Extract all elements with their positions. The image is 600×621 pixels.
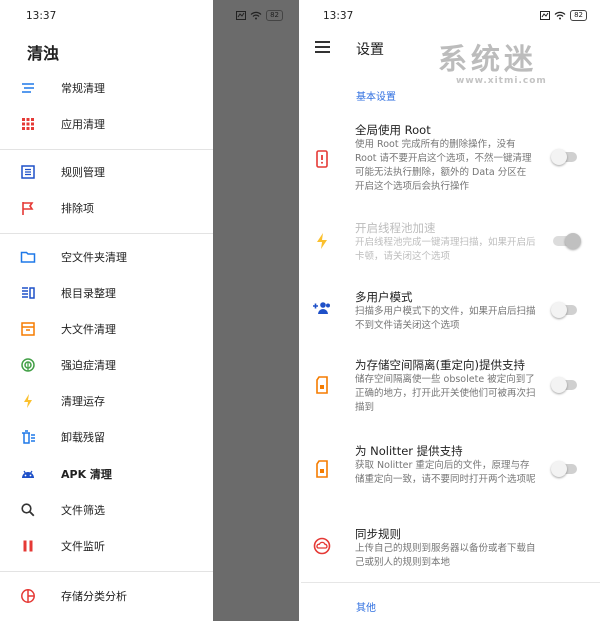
drawer-item-label: 强迫症清理 — [61, 359, 116, 372]
folder-icon — [20, 249, 36, 265]
search-icon — [20, 502, 36, 518]
sim-icon — [236, 11, 247, 20]
drawer-item-root-organize[interactable]: 根目录整理 — [0, 276, 213, 310]
drawer-item-label: 卸载残留 — [61, 431, 105, 444]
multi-user-toggle-switch[interactable] — [551, 302, 577, 318]
pref-summary: 使用 Root 完成所有的删除操作，没有 Root 请不要开启这个选项，不然一键… — [355, 139, 532, 192]
pause-icon — [20, 538, 36, 554]
pref-summary: 获取 Nolitter 重定向后的文件，原理与存储重定向一致，请不要同时打开两个… — [355, 460, 536, 485]
pref-title: 全局使用 Root — [355, 123, 431, 137]
drawer-item-label: 常规清理 — [61, 82, 105, 95]
drawer-item-label: 文件监听 — [61, 540, 105, 553]
drawer-item-large-files[interactable]: 大文件清理 — [0, 312, 213, 346]
divider — [301, 582, 600, 583]
menu-icon[interactable] — [315, 41, 330, 53]
wifi-icon — [554, 11, 566, 20]
drawer-item-label: APK 清理 — [61, 468, 112, 481]
drawer-item-clean-ram[interactable]: 清理运存 — [0, 384, 213, 418]
right-screen: 13:37 82 设置 系统迷 www.xitmi.com 基本设置 全局使用 … — [301, 0, 600, 621]
navigation-drawer: 13:37 清浊 常规清理 应用清理 规则管理 排除项 空文件夹清理 根目录整理… — [0, 0, 213, 621]
pref-summary: 储存空间隔离使一些 obsolete 被定向到了正确的地方，打开此开关使他们可被… — [355, 374, 536, 413]
sim-icon — [540, 11, 551, 20]
pref-nolitter[interactable]: 为 Nolitter 提供支持 获取 Nolitter 重定向后的文件，原理与存… — [301, 439, 600, 509]
sd-card-icon — [316, 460, 328, 478]
thread-pool-toggle-switch[interactable] — [553, 233, 581, 249]
sd-card-icon — [316, 376, 328, 394]
drawer-title: 清浊 — [27, 44, 60, 63]
battery-indicator: 82 — [266, 10, 283, 21]
drawer-item-ocd-clean[interactable]: 强迫症清理 — [0, 348, 213, 382]
battery-indicator: 82 — [570, 10, 587, 21]
watermark-main: 系统迷 — [438, 42, 538, 76]
drawer-item-label: 应用清理 — [61, 118, 105, 131]
pref-title: 多用户模式 — [355, 290, 413, 304]
drawer-item-regular-clean[interactable]: 常规清理 — [0, 71, 213, 105]
pref-summary: 上传自己的规则到服务器以备份或者下载自己或别人的规则到本地 — [355, 543, 536, 568]
drawer-item-label: 规则管理 — [61, 166, 105, 179]
drawer-item-label: 文件筛选 — [61, 504, 105, 517]
drawer-item-file-filter[interactable]: 文件筛选 — [0, 493, 213, 527]
pref-multi-user[interactable]: 多用户模式 扫描多用户模式下的文件，如果开启后扫描不到文件请关闭这个选项 — [301, 285, 600, 337]
page-title: 设置 — [356, 42, 384, 58]
lightning-icon — [20, 393, 36, 409]
pref-sync-rules[interactable]: 同步规则 上传自己的规则到服务器以备份或者下载自己或别人的规则到本地 — [301, 522, 600, 574]
divider — [0, 571, 213, 572]
drawer-item-storage-analysis[interactable]: 存储分类分析 — [0, 579, 213, 613]
wifi-icon — [250, 11, 262, 20]
storage-isolation-toggle-switch[interactable] — [551, 377, 577, 393]
pref-storage-isolation[interactable]: 为存储空间隔离(重定向)提供支持 储存空间隔离使一些 obsolete 被定向到… — [301, 353, 600, 423]
pie-chart-icon — [20, 588, 36, 604]
uninstall-trash-icon — [20, 429, 36, 445]
status-bar: 13:37 — [0, 0, 213, 30]
sync-cloud-icon — [313, 537, 331, 555]
nolitter-toggle-switch[interactable] — [551, 461, 577, 477]
watermark-logo: 系统迷 www.xitmi.com — [438, 36, 584, 88]
drawer-item-label: 排除项 — [61, 202, 94, 215]
divider — [0, 149, 213, 150]
drawer-item-label: 大文件清理 — [61, 323, 116, 336]
pref-summary: 开启线程池完成一键清理扫描，如果开启后卡顿，请关闭这个选项 — [355, 237, 536, 262]
watermark-sub: www.xitmi.com — [456, 76, 547, 86]
sweep-icon — [20, 80, 36, 96]
pref-title: 为存储空间隔离(重定向)提供支持 — [355, 358, 525, 372]
root-dir-icon — [20, 285, 36, 301]
status-icons: 82 — [540, 10, 587, 21]
drawer-item-empty-folder[interactable]: 空文件夹清理 — [0, 240, 213, 274]
list-icon — [20, 164, 36, 180]
drawer-item-label: 存储分类分析 — [61, 590, 127, 603]
pref-thread-pool[interactable]: 开启线程池加速 开启线程池完成一键清理扫描，如果开启后卡顿，请关闭这个选项 — [301, 216, 600, 268]
status-time: 13:37 — [26, 10, 57, 22]
archive-box-icon — [20, 321, 36, 337]
status-time: 13:37 — [323, 10, 354, 22]
pref-title: 为 Nolitter 提供支持 — [355, 444, 463, 458]
pref-title: 开启线程池加速 — [355, 221, 436, 235]
pref-title: 同步规则 — [355, 527, 401, 541]
drawer-item-label: 空文件夹清理 — [61, 251, 127, 264]
status-bar: 13:37 82 — [301, 0, 600, 30]
drawer-item-apk-clean[interactable]: APK 清理 — [0, 457, 213, 491]
drawer-item-uninstall-residue[interactable]: 卸载残留 — [0, 420, 213, 454]
add-users-icon — [313, 302, 330, 314]
drawer-item-app-clean[interactable]: 应用清理 — [0, 107, 213, 141]
apps-grid-icon — [20, 116, 36, 132]
android-icon — [20, 466, 36, 482]
lightning-icon — [317, 233, 327, 249]
section-header-other: 其他 — [356, 603, 376, 614]
fingerprint-icon — [20, 357, 36, 373]
root-toggle-switch[interactable] — [551, 149, 577, 165]
pref-summary: 扫描多用户模式下的文件，如果开启后扫描不到文件请关闭这个选项 — [355, 306, 536, 331]
drawer-item-label: 根目录整理 — [61, 287, 116, 300]
divider — [0, 233, 213, 234]
drawer-item-rules[interactable]: 规则管理 — [0, 155, 213, 189]
flag-icon — [20, 200, 36, 216]
left-screen: 13:37 清浊 常规清理 应用清理 规则管理 排除项 空文件夹清理 根目录整理… — [0, 0, 299, 621]
drawer-scrim[interactable]: 82 — [213, 0, 299, 621]
phone-alert-icon — [316, 150, 328, 168]
pref-global-root[interactable]: 全局使用 Root 使用 Root 完成所有的删除操作，没有 Root 请不要开… — [301, 118, 600, 202]
drawer-item-file-monitor[interactable]: 文件监听 — [0, 529, 213, 563]
drawer-item-label: 清理运存 — [61, 395, 105, 408]
drawer-item-exclusions[interactable]: 排除项 — [0, 191, 213, 225]
status-icons: 82 — [236, 10, 283, 21]
section-header-basic: 基本设置 — [356, 92, 396, 103]
